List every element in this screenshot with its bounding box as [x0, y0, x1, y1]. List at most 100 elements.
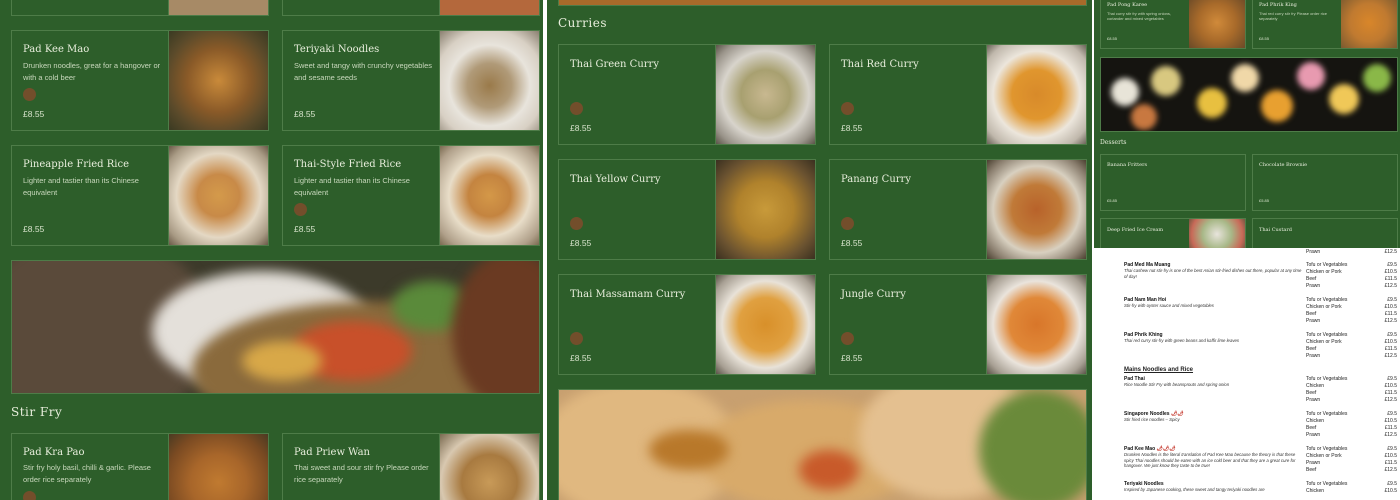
menu-card-pineapple-fried-rice[interactable]: Pineapple Fried Rice Lighter and tastier… [11, 145, 269, 246]
dish-photo [715, 45, 815, 144]
dish-name: Deep Fried Ice Cream [1107, 227, 1164, 233]
menu-item-pad-nam-man-hoi: Pad Nam Man Hoi Stir-fry with oyster sau… [1124, 297, 1304, 309]
dish-description: Lighter and tastier than its Chinese equ… [294, 176, 410, 197]
chili-icon [570, 332, 583, 345]
dish-name: Thai Red Curry [841, 59, 919, 70]
menu-card-pad-priew-wan[interactable]: Pad Priew Wan Thai sweet and sour stir f… [282, 433, 540, 500]
menu-card-thai-style-fried-rice[interactable]: Thai-Style Fried Rice Lighter and tastie… [282, 145, 540, 246]
dish-photo [168, 31, 268, 130]
item-description: Drunken Noodles is the literal translati… [1124, 452, 1296, 468]
chili-icon [570, 102, 583, 115]
price-list: £9.5 £10.5 £11.5 £12.5 [1384, 297, 1397, 324]
hero-photo-partial [558, 0, 1087, 6]
dish-description: Lighter and tastier than its Chinese equ… [23, 176, 139, 197]
item-description: Stir-fry with oyster sauce and mixed veg… [1124, 303, 1214, 308]
dish-photo [715, 160, 815, 259]
menu-card-partial[interactable] [282, 0, 540, 16]
price-list: £9.5 £10.5 £11.5 £12.5 [1384, 332, 1397, 359]
dish-name: Pineapple Fried Rice [23, 159, 130, 170]
dish-price: £8.55 [23, 224, 45, 234]
menu-card-thai-red-curry[interactable]: Thai Red Curry £8.55 [829, 44, 1087, 145]
dish-name: Pad Phrik King [1259, 2, 1297, 8]
dish-photo [1189, 0, 1245, 48]
item-description: Inspired by Japanese cooking, these swee… [1124, 487, 1265, 492]
menu-card-pad-kee-mao[interactable]: Pad Kee Mao Drunken noodles, great for a… [11, 30, 269, 131]
menu-item-pad-thai: Pad Thai Rice Noodle Stir Fry with beans… [1124, 376, 1304, 388]
section-title-curries: Curries [558, 16, 607, 30]
item-description: Thai cashew nut stir-fry is one of the b… [1124, 268, 1302, 279]
dish-name: Thai Custard [1259, 227, 1292, 233]
dish-description: Sweet and tangy with crunchy vegetables … [294, 61, 432, 82]
menu-card-pad-pong-karee[interactable]: Pad Pong Karee Thai curry stir fry with … [1100, 0, 1246, 49]
menu-card-deep-fried-ice-cream[interactable]: Deep Fried Ice Cream [1100, 218, 1246, 248]
dish-photo [439, 146, 539, 245]
dish-name: Teriyaki Noodles [294, 44, 380, 55]
section-title-stir-fry: Stir Fry [11, 405, 63, 419]
menu-card-chocolate-brownie[interactable]: Chocolate Brownie £5.85 [1252, 154, 1398, 211]
menu-card-pad-kra-pao[interactable]: Pad Kra Pao Stir fry holy basil, chilli … [11, 433, 269, 500]
price-list: £12.5 [1384, 249, 1397, 255]
dish-price: £5.85 [1107, 198, 1118, 203]
dish-price: £8.55 [841, 353, 863, 363]
dish-price: £8.55 [1259, 36, 1270, 41]
dish-photo [715, 275, 815, 374]
price-list: £9.5 £10.5 £11.5 £12.5 [1384, 446, 1397, 473]
menu-panel-noodles: Pad Kee Mao Drunken noodles, great for a… [0, 0, 543, 500]
menu-panel-desserts: Pad Pong Karee Thai curry stir fry with … [1094, 0, 1400, 248]
section-title-desserts: Desserts [1100, 139, 1127, 146]
dish-description: Drunken noodles, great for a hangover or… [23, 61, 161, 82]
dish-name: Thai Yellow Curry [570, 174, 661, 185]
dish-photo [1341, 0, 1397, 48]
chili-icon [841, 217, 854, 230]
hero-photo-stir-fry [11, 260, 540, 394]
dish-price: £5.85 [1259, 198, 1270, 203]
menu-card-banana-fritters[interactable]: Banana Fritters £5.85 [1100, 154, 1246, 211]
hero-photo-noodles [558, 389, 1087, 500]
dish-name: Thai Green Curry [570, 59, 659, 70]
menu-card-thai-yellow-curry[interactable]: Thai Yellow Curry £8.55 [558, 159, 816, 260]
menu-card-thai-massamam-curry[interactable]: Thai Massamam Curry £8.55 [558, 274, 816, 375]
dish-description: Stir fry holy basil, chilli & garlic. Pl… [23, 463, 151, 484]
dish-price: £8.55 [294, 109, 316, 119]
menu-item-singapore-noodles: Singapore Noodles 🌶🌶 Stir fried rice noo… [1124, 411, 1304, 423]
price-list: £9.5 £10.5 [1384, 481, 1397, 494]
dish-name: Thai-Style Fried Rice [294, 159, 402, 170]
dish-price: £8.55 [570, 353, 592, 363]
item-description: Stir fried rice noodles – Spicy [1124, 417, 1180, 422]
section-title-mains-noodles-rice: Mains Noodles and Rice [1124, 367, 1194, 373]
menu-card-pad-phrik-king[interactable]: Pad Phrik King Thai red curry stir fry P… [1252, 0, 1398, 49]
dish-name: Thai Massamam Curry [570, 289, 686, 300]
dish-price: £8.55 [570, 238, 592, 248]
dish-name: Pad Pong Karee [1107, 2, 1148, 8]
menu-card-partial[interactable] [11, 0, 269, 16]
menu-card-thai-custard[interactable]: Thai Custard [1252, 218, 1398, 248]
chili-icon [570, 217, 583, 230]
dish-name: Banana Fritters [1107, 162, 1148, 168]
chili-icon [841, 332, 854, 345]
dish-photo [439, 434, 539, 500]
dish-name: Jungle Curry [841, 289, 906, 300]
dish-price: £8.55 [23, 109, 45, 119]
item-description: Rice Noodle Stir Fry with beansprouts an… [1124, 382, 1230, 387]
dish-price: £8.55 [841, 123, 863, 133]
chili-icon [23, 88, 36, 101]
menu-panel-curries: Curries Thai Green Curry £8.55 Thai Red … [547, 0, 1092, 500]
chili-icon [294, 203, 307, 216]
dish-photo [1189, 219, 1245, 248]
dish-description: Thai sweet and sour stir fry Please orde… [294, 463, 429, 484]
dish-price: £8.55 [570, 123, 592, 133]
printed-menu-page: Prawn £12.5 Pad Med Ma Muang Thai cashew… [1094, 248, 1400, 500]
dish-photo [986, 275, 1086, 374]
menu-card-panang-curry[interactable]: Panang Curry £8.55 [829, 159, 1087, 260]
price-list: £9.5 £10.5 £11.5 £12.5 [1384, 262, 1397, 289]
menu-card-thai-green-curry[interactable]: Thai Green Curry £8.55 [558, 44, 816, 145]
dish-photo [439, 0, 539, 15]
hero-photo-desserts [1100, 57, 1398, 132]
menu-item-pad-phrik-khing: Pad Phrik Khing Thai red curry stir-fry … [1124, 332, 1304, 344]
price-list: £9.5 £10.5 £11.5 £12.5 [1384, 411, 1397, 438]
menu-card-jungle-curry[interactable]: Jungle Curry £8.55 [829, 274, 1087, 375]
dish-photo [439, 31, 539, 130]
dish-photo [168, 0, 268, 15]
dish-name: Chocolate Brownie [1259, 162, 1308, 168]
menu-card-teriyaki-noodles[interactable]: Teriyaki Noodles Sweet and tangy with cr… [282, 30, 540, 131]
